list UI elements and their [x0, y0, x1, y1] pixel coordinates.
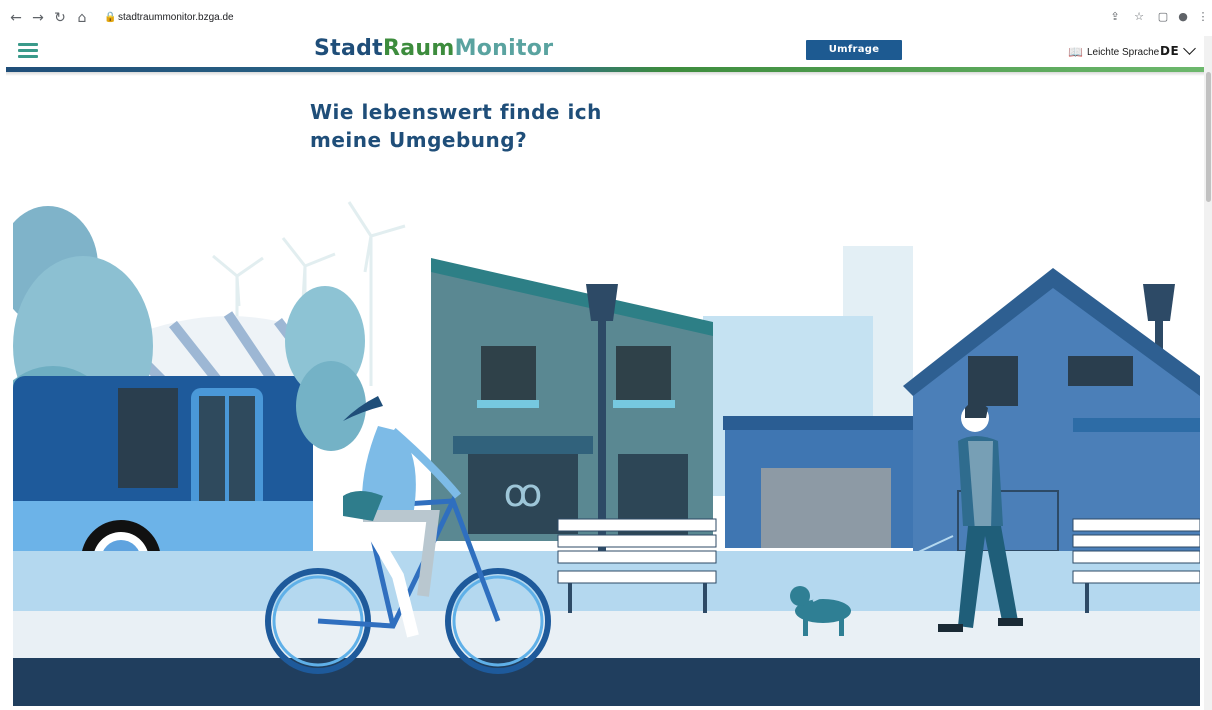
brand-part-raum: Raum	[382, 36, 455, 61]
svg-text:ꝏ: ꝏ	[504, 471, 543, 515]
page-headline: Wie lebenswert finde ich meine Umgebung?	[310, 100, 602, 152]
start-survey-button[interactable]: Umfrage starten	[806, 40, 902, 75]
chevron-down-icon	[1183, 42, 1197, 55]
scrollbar-thumb[interactable]	[1206, 72, 1211, 202]
arrow-right-icon[interactable]: →	[30, 10, 46, 26]
curb	[13, 658, 1200, 706]
url-text: stadtraummonitor.bzga.de	[118, 12, 234, 23]
side-panel-icon[interactable]: ▢	[1156, 10, 1170, 24]
share-icon[interactable]: ⇪	[1108, 10, 1122, 24]
star-icon[interactable]: ☆	[1132, 10, 1146, 24]
reload-icon[interactable]: ↻	[52, 10, 68, 26]
brand-part-stadt: Stadt	[314, 36, 383, 61]
arrow-left-icon[interactable]: ←	[8, 10, 24, 26]
browser-toolbar: ← → ↻ ⌂ 🔒 stadtraummonitor.bzga.de ⇪ ☆ ▢…	[0, 0, 1212, 36]
brand-logo[interactable]: StadtRaumMonitor	[314, 36, 553, 62]
book-icon: 📖	[1068, 45, 1083, 59]
site-header: StadtRaumMonitor Umfrage starten 📖 Leich…	[0, 36, 1212, 75]
address-bar[interactable]: 🔒 stadtraummonitor.bzga.de	[96, 8, 1096, 30]
profile-icon[interactable]: ●	[1176, 10, 1190, 24]
header-shadow	[6, 72, 1206, 76]
easy-language-link[interactable]: 📖 Leichte Sprache	[1068, 44, 1159, 60]
menu-dots-icon[interactable]: ⋮	[1196, 10, 1210, 24]
language-selector[interactable]: DE	[1160, 42, 1197, 58]
home-icon[interactable]: ⌂	[74, 10, 90, 26]
hamburger-menu-icon[interactable]	[18, 41, 40, 59]
language-label: DE	[1160, 44, 1180, 58]
lock-icon: 🔒	[104, 12, 117, 23]
hero-illustration: ꝏ	[13, 201, 1200, 706]
brand-part-monitor: Monitor	[454, 36, 554, 61]
easy-language-label: Leichte Sprache	[1086, 46, 1160, 58]
